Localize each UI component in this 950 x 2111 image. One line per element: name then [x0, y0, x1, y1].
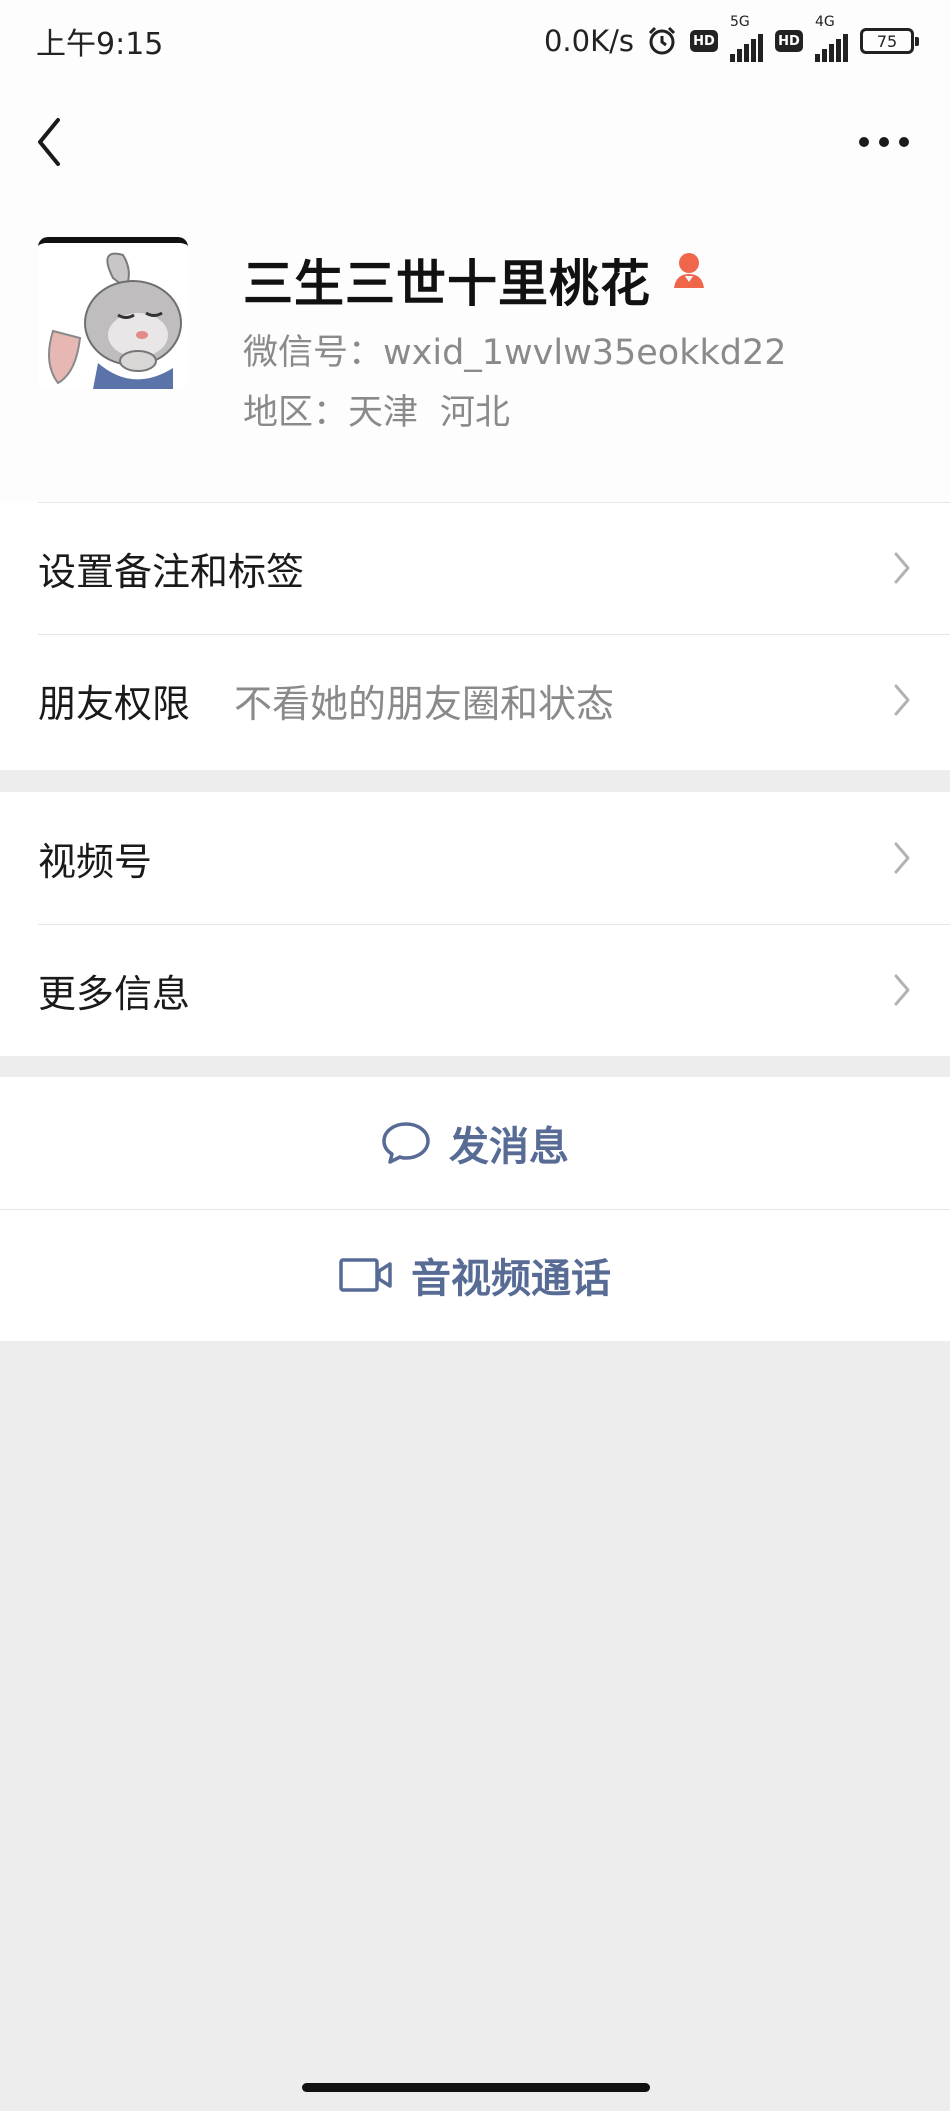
- region-label: 地区：: [243, 393, 349, 433]
- hd-badge-2: HD: [775, 30, 803, 52]
- remark-tags-row[interactable]: 设置备注和标签: [0, 502, 950, 634]
- region-city: 天津: [348, 393, 419, 433]
- video-camera-icon: [339, 1258, 392, 1292]
- send-message-button[interactable]: 发消息: [0, 1077, 950, 1209]
- signal-5g-icon: 5G: [730, 14, 763, 62]
- video-call-label: 音视频通话: [411, 1256, 611, 1302]
- status-time: 上午9:15: [36, 27, 164, 62]
- status-bar: 上午9:15 0.0K/s HD 5G HD 4G 75: [0, 0, 950, 82]
- chevron-right-icon: [894, 842, 910, 874]
- chevron-right-icon: [894, 974, 910, 1006]
- hd-badge-1: HD: [690, 30, 718, 52]
- chat-bubble-icon: [382, 1122, 430, 1164]
- battery-level: 75: [876, 31, 898, 51]
- channels-row[interactable]: 视频号: [0, 792, 950, 924]
- channels-label: 视频号: [38, 839, 153, 884]
- divider: [38, 924, 950, 925]
- region-province: 河北: [440, 393, 511, 433]
- more-options-icon[interactable]: [856, 122, 912, 162]
- friend-permission-value: 不看她的朋友圈和状态: [234, 681, 615, 726]
- more-info-row[interactable]: 更多信息: [0, 924, 950, 1056]
- home-indicator[interactable]: [302, 2083, 650, 2092]
- battery-icon: 75: [860, 28, 919, 54]
- divider: [38, 634, 950, 635]
- back-arrow-icon[interactable]: [30, 112, 70, 172]
- nav-bar: [0, 82, 950, 202]
- friend-permission-label: 朋友权限: [38, 681, 191, 726]
- region: 地区：天津 河北: [243, 384, 510, 435]
- wechat-id: 微信号：wxid_1wvlw35eokkd22: [243, 333, 787, 373]
- settings-section: 设置备注和标签 朋友权限 不看她的朋友圈和状态: [0, 502, 950, 770]
- avatar-bunny-image: [38, 243, 188, 389]
- chevron-right-icon: [894, 552, 910, 584]
- female-gender-icon: [674, 253, 704, 288]
- alarm-icon: [648, 26, 676, 55]
- more-info-label: 更多信息: [38, 971, 191, 1016]
- divider: [38, 502, 950, 503]
- send-message-label: 发消息: [449, 1124, 569, 1170]
- chevron-right-icon: [894, 684, 910, 716]
- nickname: 三生三世十里桃花: [243, 255, 651, 313]
- avatar[interactable]: [38, 237, 188, 389]
- status-icons: 0.0K/s HD 5G HD 4G 75: [543, 14, 919, 62]
- remark-tags-label: 设置备注和标签: [38, 549, 305, 594]
- profile-header: 三生三世十里桃花 微信号：wxid_1wvlw35eokkd22 地区：天津 河北: [0, 202, 950, 502]
- friend-permission-row[interactable]: 朋友权限 不看她的朋友圈和状态: [0, 634, 950, 766]
- video-call-button[interactable]: 音视频通话: [0, 1209, 950, 1341]
- signal-4g-icon: 4G: [815, 14, 848, 62]
- divider: [0, 1209, 950, 1210]
- network-speed: 0.0K/s: [543, 24, 634, 58]
- info-section: 视频号 更多信息: [0, 792, 950, 1056]
- actions-section: 发消息 音视频通话: [0, 1077, 950, 1341]
